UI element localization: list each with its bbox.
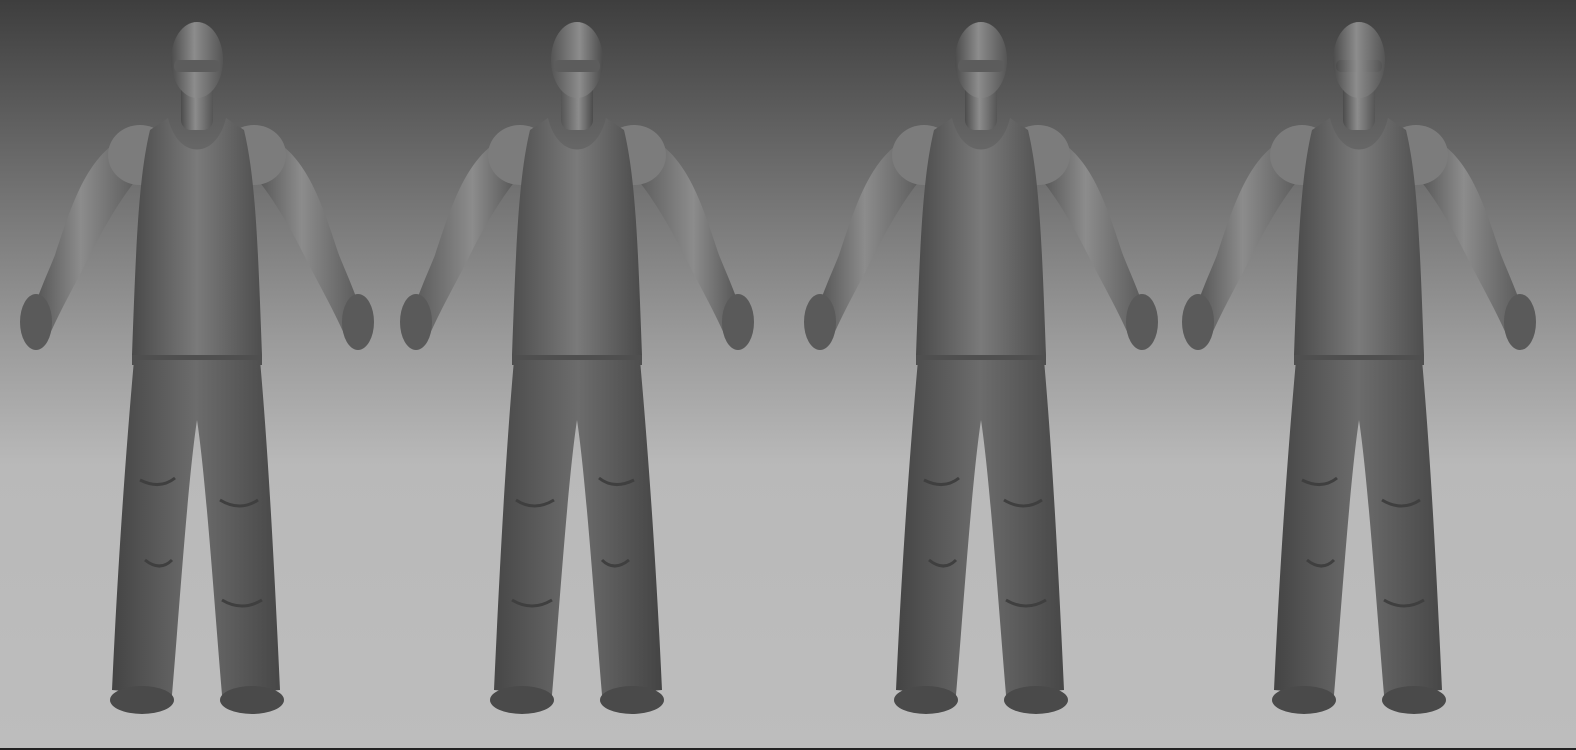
figure-front-view — [0, 0, 394, 750]
sculpt-viewport[interactable] — [0, 0, 1576, 750]
figure-three-quarter-left-view — [780, 0, 1174, 750]
figure-back-view — [1162, 0, 1556, 750]
sculpt-model-back — [1180, 20, 1538, 716]
sculpt-model-three-quarter-right — [398, 20, 756, 716]
sculpt-model-front — [18, 20, 376, 716]
figure-three-quarter-right-view — [388, 0, 782, 750]
sculpt-model-three-quarter-left — [802, 20, 1160, 716]
